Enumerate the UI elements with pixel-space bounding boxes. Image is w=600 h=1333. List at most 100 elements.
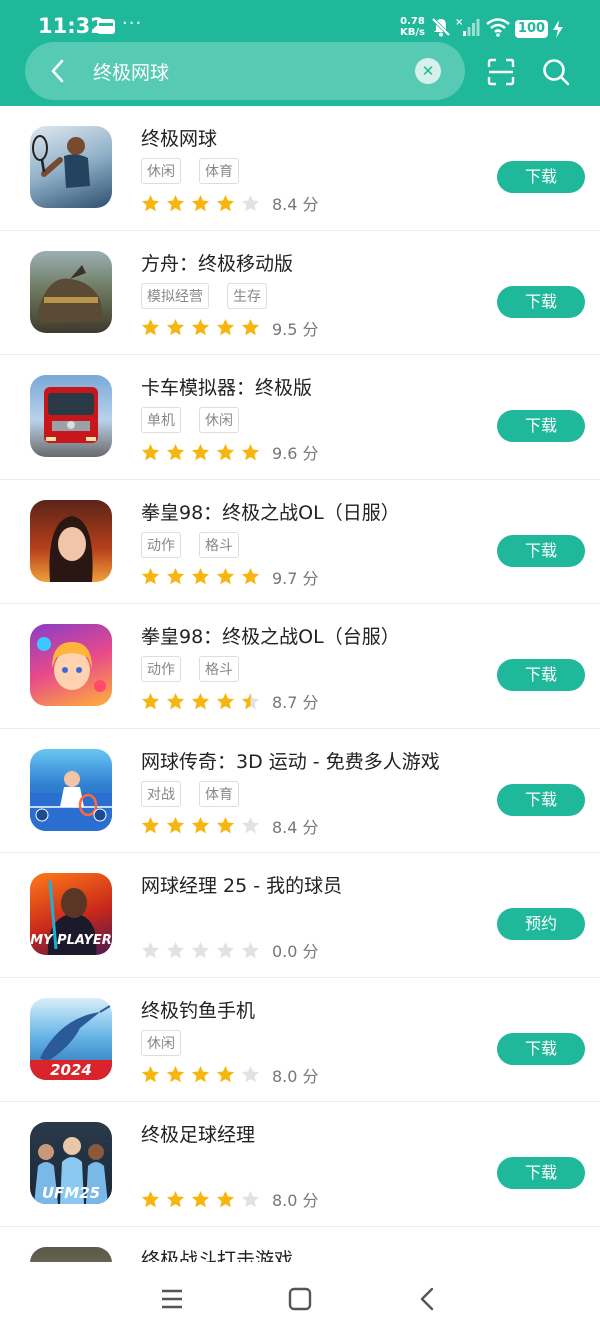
download-button[interactable]: 下载 (497, 1032, 585, 1065)
rating-score: 9.5 分 (272, 319, 319, 339)
star-icon (166, 1190, 185, 1207)
star-icon (141, 567, 160, 585)
app-rating: 8.4 分 (141, 191, 319, 215)
rating-score: 0.0 分 (272, 942, 319, 961)
app-tag: 格斗 (199, 656, 239, 682)
star-icon (241, 816, 260, 834)
app-icon-tennis[interactable] (30, 126, 112, 208)
app-icon-tennis-clash[interactable] (30, 748, 112, 831)
app-tags: 休闲 (141, 1029, 181, 1056)
app-tag: 休闲 (141, 1029, 181, 1056)
status-time: 11:32 (38, 14, 105, 38)
app-icon-fishing[interactable]: 2024 (30, 997, 112, 1080)
app-icon-tennis-manager[interactable]: MY PLAYER (30, 873, 112, 955)
app-tag: 模拟经营 (141, 282, 209, 309)
star-icon (141, 1190, 160, 1207)
star-icon (166, 1065, 185, 1083)
home-icon[interactable] (285, 1284, 315, 1314)
download-button[interactable]: 下载 (497, 534, 585, 567)
star-icon (141, 1065, 160, 1083)
search-input[interactable] (93, 54, 393, 88)
app-rating: 8.7 分 (141, 689, 319, 713)
star-icon (166, 318, 185, 336)
app-tag: 单机 (141, 407, 181, 433)
app-tags: 休闲 体育 (141, 158, 239, 184)
list-item[interactable]: 卡车模拟器：终极版 单机 休闲 9.6 分 下载 (0, 355, 600, 480)
star-icon (191, 443, 210, 460)
rating-score: 9.7 分 (272, 568, 319, 588)
list-item[interactable]: 拳皇98：终极之战OL（日服） 动作 格斗 9.7 分 下载 (0, 480, 600, 604)
app-title[interactable]: 拳皇98：终极之战OL（台服） (141, 622, 400, 649)
back-arrow-icon[interactable] (43, 56, 73, 86)
list-item[interactable]: 拳皇98：终极之战OL（台服） 动作 格斗 8.7 分 下载 (0, 604, 600, 729)
scan-icon[interactable] (485, 56, 517, 88)
list-item[interactable]: UFM25 终极足球经理 8.0 分 下载 (0, 1102, 600, 1227)
search-bar: ✕ (25, 42, 465, 100)
football-players-icon: UFM25 (34, 1137, 108, 1204)
list-item[interactable]: 终极网球 休闲 体育 8.4 分 下载 (0, 106, 600, 231)
icon-label: UFM25 (42, 1184, 100, 1202)
star-icon (141, 941, 160, 958)
star-icon (191, 318, 210, 336)
app-title[interactable]: 网球传奇：3D 运动 - 免费多人游戏 (141, 747, 440, 774)
app-title[interactable]: 拳皇98：终极之战OL（日服） (141, 498, 400, 525)
download-button[interactable]: 下载 (497, 659, 585, 691)
download-button[interactable]: 下载 (497, 783, 585, 816)
star-icon (141, 816, 160, 834)
app-icon-ark[interactable] (30, 250, 112, 333)
download-button[interactable]: 下载 (497, 285, 585, 318)
fighter-portrait-icon (49, 515, 93, 582)
app-title[interactable]: 终极网球 (141, 124, 217, 151)
search-icon[interactable] (540, 56, 572, 88)
app-rating: 9.6 分 (141, 440, 319, 464)
app-tag: 动作 (141, 656, 181, 682)
tennis-player-icon (32, 135, 90, 188)
star-icon (216, 318, 235, 336)
star-icon (191, 567, 210, 585)
download-button[interactable]: 下载 (497, 1157, 585, 1189)
star-icon (141, 692, 160, 709)
rating-score: 8.4 分 (272, 817, 319, 837)
list-item[interactable]: 方舟：终极移动版 模拟经营 生存 9.5 分 下载 (0, 231, 600, 355)
list-item[interactable]: MY PLAYER 网球经理 25 - 我的球员 0.0 分 预约 (0, 853, 600, 978)
app-rating: 8.0 分 (141, 1063, 319, 1087)
app-title[interactable]: 网球经理 25 - 我的球员 (141, 871, 342, 898)
app-icon-football-manager[interactable]: UFM25 (30, 1122, 112, 1204)
star-icon (241, 443, 260, 460)
search-results-list: 终极网球 休闲 体育 8.4 分 下载 方舟：终极移动版 模拟经营 生存 9.5… (0, 106, 600, 1333)
tennis-court-icon (30, 770, 112, 831)
network-speed-unit: KB/s (400, 27, 425, 38)
app-tag: 体育 (199, 158, 239, 184)
app-title[interactable]: 终极足球经理 (141, 1120, 255, 1147)
list-item[interactable]: 网球传奇：3D 运动 - 免费多人游戏 对战 体育 8.4 分 下载 (0, 729, 600, 853)
app-icon-truck[interactable] (30, 375, 112, 457)
app-title[interactable]: 终极钓鱼手机 (141, 996, 255, 1023)
star-icon (166, 567, 185, 585)
star-icon (141, 318, 160, 336)
download-button[interactable]: 下载 (497, 161, 585, 193)
reserve-button[interactable]: 预约 (497, 908, 585, 940)
star-icon (216, 1065, 235, 1083)
app-tags: 对战 体育 (141, 780, 239, 807)
system-nav-bar (0, 1262, 600, 1333)
more-notifications-icon: ··· (122, 13, 143, 34)
app-tag: 对战 (141, 780, 181, 807)
back-icon[interactable] (413, 1284, 443, 1314)
menu-icon[interactable] (157, 1284, 187, 1314)
rating-score: 8.4 分 (272, 195, 319, 214)
app-icon-kof-jp[interactable] (30, 499, 112, 582)
network-speed-value: 0.78 (400, 16, 425, 27)
marlin-fish-icon: 2024 (30, 1004, 112, 1080)
clear-search-icon[interactable]: ✕ (415, 58, 441, 84)
star-icon (166, 816, 185, 834)
star-icon (191, 692, 210, 709)
app-icon-kof-tw[interactable] (30, 624, 112, 706)
app-title[interactable]: 方舟：终极移动版 (141, 249, 293, 276)
list-item[interactable]: 2024 终极钓鱼手机 休闲 8.0 分 下载 (0, 978, 600, 1102)
app-rating: 0.0 分 (141, 938, 319, 962)
app-title[interactable]: 卡车模拟器：终极版 (141, 373, 312, 400)
charging-icon (553, 20, 563, 38)
star-icon (191, 941, 210, 958)
download-button[interactable]: 下载 (497, 410, 585, 442)
star-icon (216, 443, 235, 460)
